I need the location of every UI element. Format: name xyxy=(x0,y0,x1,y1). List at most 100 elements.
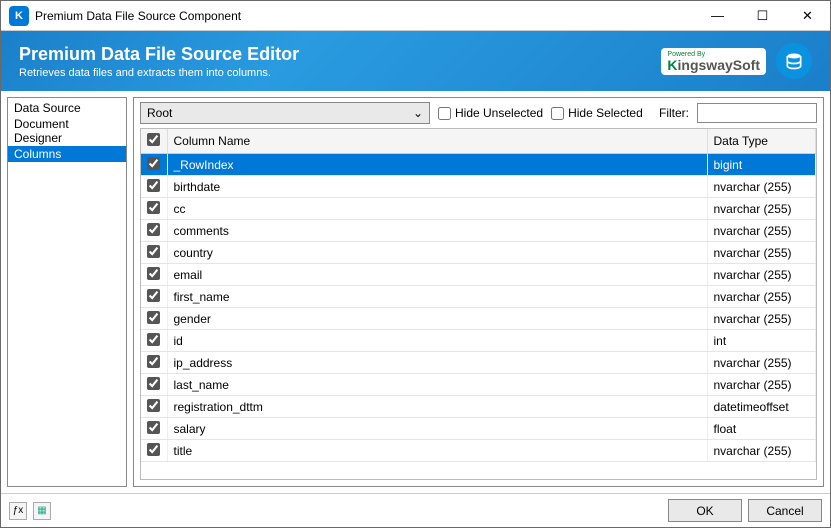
row-checkbox-cell[interactable] xyxy=(141,308,167,330)
table-row[interactable]: gendernvarchar (255) xyxy=(141,308,816,330)
root-combo[interactable]: Root ⌄ xyxy=(140,102,430,124)
cell-column-name: salary xyxy=(167,418,707,440)
window-title: Premium Data File Source Component xyxy=(35,9,695,23)
hide-unselected-checkbox[interactable]: Hide Unselected xyxy=(438,106,543,120)
footer: ƒx ▦ OK Cancel xyxy=(1,493,830,527)
cell-data-type: nvarchar (255) xyxy=(707,176,816,198)
table-row[interactable]: idint xyxy=(141,330,816,352)
close-button[interactable]: ✕ xyxy=(785,1,830,30)
row-checkbox[interactable] xyxy=(147,201,160,214)
cell-column-name: id xyxy=(167,330,707,352)
cell-data-type: int xyxy=(707,330,816,352)
table-row[interactable]: ccnvarchar (255) xyxy=(141,198,816,220)
row-checkbox[interactable] xyxy=(147,355,160,368)
cell-data-type: nvarchar (255) xyxy=(707,198,816,220)
cell-column-name: last_name xyxy=(167,374,707,396)
banner: Premium Data File Source Editor Retrieve… xyxy=(1,31,830,91)
sidebar-item-document-designer[interactable]: Document Designer xyxy=(8,116,126,146)
hide-selected-checkbox[interactable]: Hide Selected xyxy=(551,106,643,120)
table-row[interactable]: last_namenvarchar (255) xyxy=(141,374,816,396)
table-row[interactable]: titlenvarchar (255) xyxy=(141,440,816,462)
row-checkbox-cell[interactable] xyxy=(141,176,167,198)
table-row[interactable]: emailnvarchar (255) xyxy=(141,264,816,286)
hide-unselected-input[interactable] xyxy=(438,107,451,120)
cancel-button[interactable]: Cancel xyxy=(748,499,822,522)
cell-data-type: nvarchar (255) xyxy=(707,308,816,330)
row-checkbox-cell[interactable] xyxy=(141,198,167,220)
row-checkbox[interactable] xyxy=(147,443,160,456)
row-checkbox[interactable] xyxy=(147,245,160,258)
cell-data-type: nvarchar (255) xyxy=(707,374,816,396)
component-icon xyxy=(776,43,812,79)
filter-input[interactable] xyxy=(697,103,817,123)
main-panel: Root ⌄ Hide Unselected Hide Selected Fil… xyxy=(133,97,824,487)
row-checkbox-cell[interactable] xyxy=(141,220,167,242)
table-row[interactable]: registration_dttmdatetimeoffset xyxy=(141,396,816,418)
row-checkbox[interactable] xyxy=(147,267,160,280)
sidebar-item-columns[interactable]: Columns xyxy=(8,146,126,162)
content-area: Data SourceDocument DesignerColumns Root… xyxy=(1,91,830,493)
table-row[interactable]: birthdatenvarchar (255) xyxy=(141,176,816,198)
table-row[interactable]: _RowIndexbigint xyxy=(141,154,816,176)
row-checkbox-cell[interactable] xyxy=(141,154,167,176)
columns-grid[interactable]: Column Name Data Type _RowIndexbigintbir… xyxy=(140,128,817,480)
cell-column-name: email xyxy=(167,264,707,286)
row-checkbox-cell[interactable] xyxy=(141,418,167,440)
row-checkbox[interactable] xyxy=(147,179,160,192)
row-checkbox[interactable] xyxy=(147,223,160,236)
sidebar: Data SourceDocument DesignerColumns xyxy=(7,97,127,487)
row-checkbox[interactable] xyxy=(147,333,160,346)
export-icon[interactable]: ▦ xyxy=(33,502,51,520)
row-checkbox-cell[interactable] xyxy=(141,286,167,308)
cell-data-type: nvarchar (255) xyxy=(707,352,816,374)
brand-logo: Powered By KingswaySoft xyxy=(661,48,766,75)
hide-selected-input[interactable] xyxy=(551,107,564,120)
cell-column-name: registration_dttm xyxy=(167,396,707,418)
app-icon: K xyxy=(9,6,29,26)
window: K Premium Data File Source Component — ☐… xyxy=(0,0,831,528)
row-checkbox-cell[interactable] xyxy=(141,396,167,418)
table-row[interactable]: salaryfloat xyxy=(141,418,816,440)
cell-column-name: country xyxy=(167,242,707,264)
row-checkbox[interactable] xyxy=(147,377,160,390)
row-checkbox-cell[interactable] xyxy=(141,440,167,462)
window-buttons: — ☐ ✕ xyxy=(695,1,830,30)
row-checkbox-cell[interactable] xyxy=(141,330,167,352)
sidebar-item-data-source[interactable]: Data Source xyxy=(8,100,126,116)
row-checkbox-cell[interactable] xyxy=(141,352,167,374)
cell-data-type: nvarchar (255) xyxy=(707,264,816,286)
table-row[interactable]: commentsnvarchar (255) xyxy=(141,220,816,242)
cell-column-name: cc xyxy=(167,198,707,220)
header-data-type[interactable]: Data Type xyxy=(707,129,816,154)
cell-column-name: title xyxy=(167,440,707,462)
titlebar: K Premium Data File Source Component — ☐… xyxy=(1,1,830,31)
row-checkbox[interactable] xyxy=(147,311,160,324)
row-checkbox[interactable] xyxy=(147,399,160,412)
row-checkbox-cell[interactable] xyxy=(141,264,167,286)
fx-icon[interactable]: ƒx xyxy=(9,502,27,520)
header-column-name[interactable]: Column Name xyxy=(167,129,707,154)
chevron-down-icon: ⌄ xyxy=(413,106,423,120)
cell-data-type: datetimeoffset xyxy=(707,396,816,418)
table-row[interactable]: ip_addressnvarchar (255) xyxy=(141,352,816,374)
hide-selected-label: Hide Selected xyxy=(568,106,643,120)
row-checkbox[interactable] xyxy=(147,289,160,302)
cell-column-name: ip_address xyxy=(167,352,707,374)
cell-column-name: birthdate xyxy=(167,176,707,198)
hide-unselected-label: Hide Unselected xyxy=(455,106,543,120)
table-row[interactable]: first_namenvarchar (255) xyxy=(141,286,816,308)
maximize-button[interactable]: ☐ xyxy=(740,1,785,30)
banner-title: Premium Data File Source Editor xyxy=(19,44,661,65)
minimize-button[interactable]: — xyxy=(695,1,740,30)
select-all-checkbox[interactable] xyxy=(147,133,160,146)
table-row[interactable]: countrynvarchar (255) xyxy=(141,242,816,264)
brand-name: KingswaySoft xyxy=(667,58,760,72)
row-checkbox-cell[interactable] xyxy=(141,374,167,396)
cell-column-name: first_name xyxy=(167,286,707,308)
cell-data-type: float xyxy=(707,418,816,440)
row-checkbox-cell[interactable] xyxy=(141,242,167,264)
row-checkbox[interactable] xyxy=(147,157,160,170)
header-checkbox-cell[interactable] xyxy=(141,129,167,154)
ok-button[interactable]: OK xyxy=(668,499,742,522)
row-checkbox[interactable] xyxy=(147,421,160,434)
